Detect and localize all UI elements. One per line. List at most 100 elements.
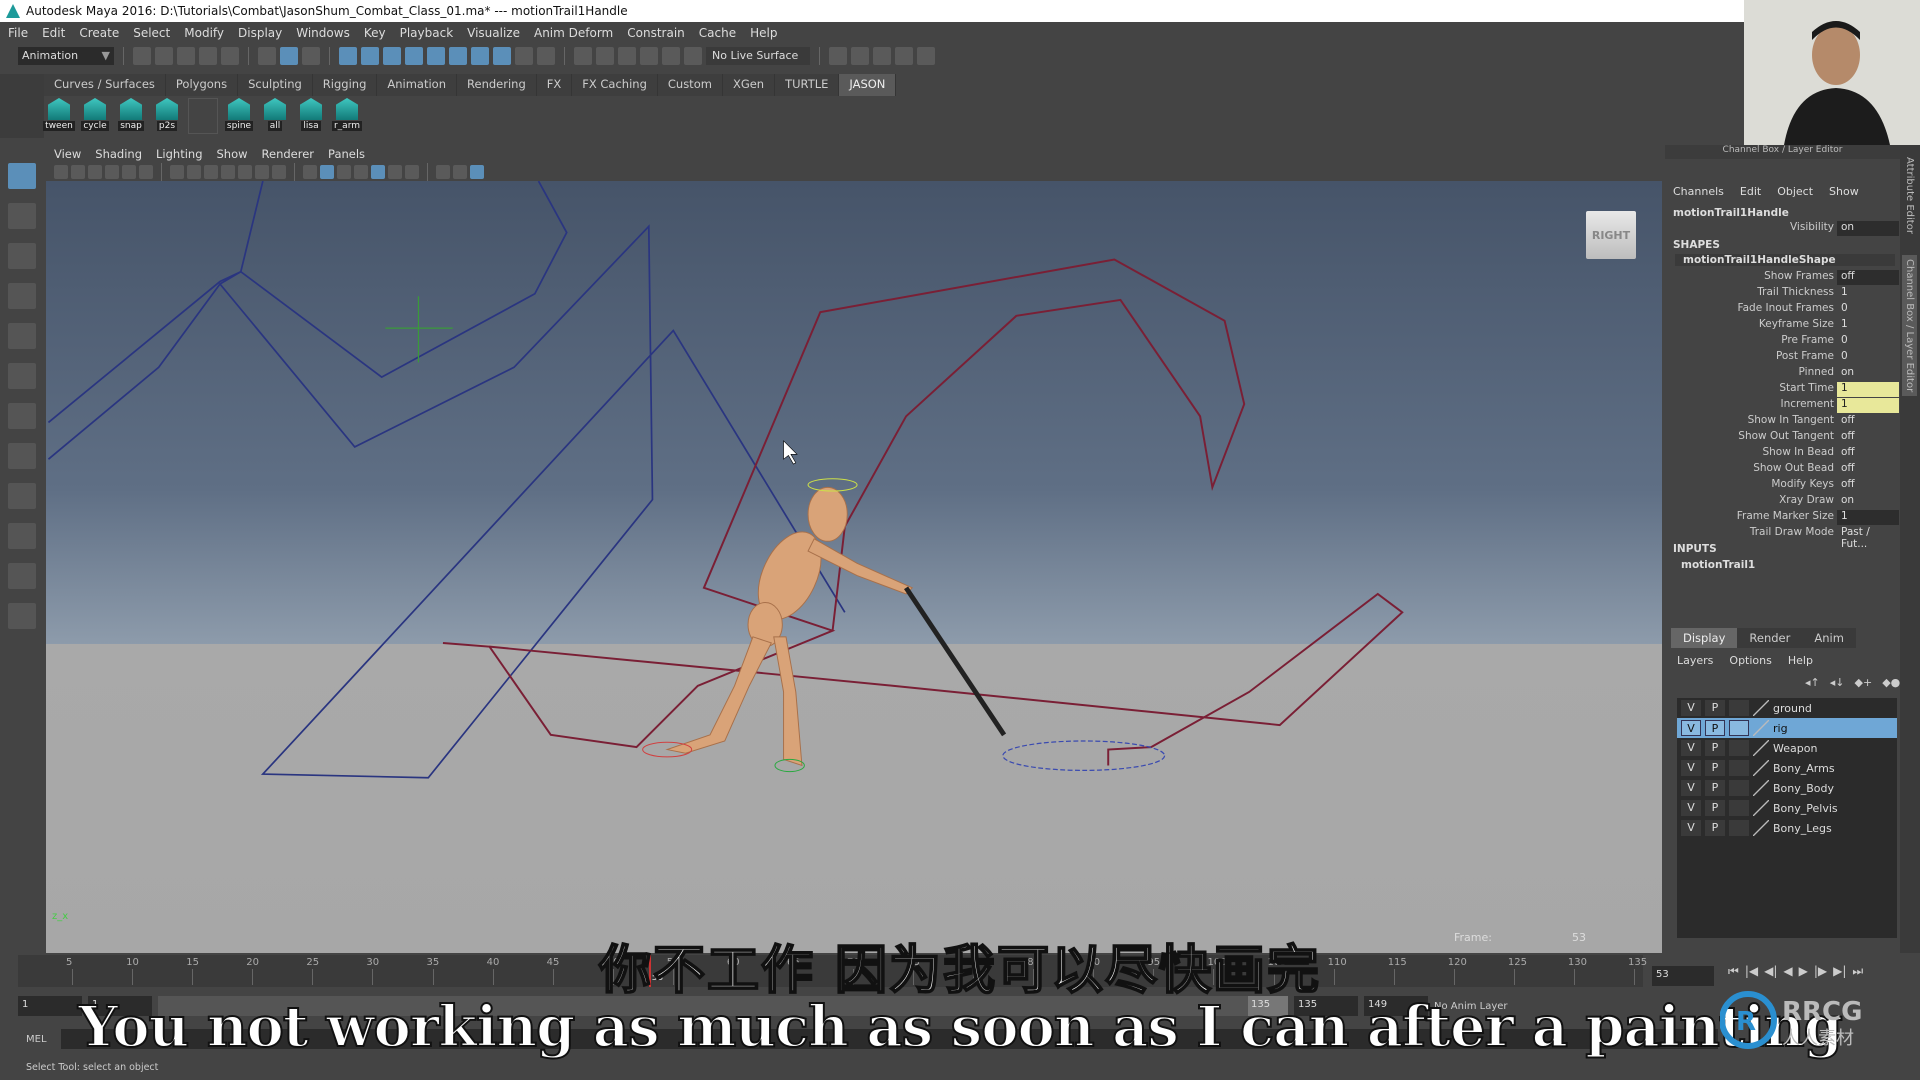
channel-visibility[interactable]: Visibility on (1665, 221, 1900, 237)
layer-row-bony-arms[interactable]: V P Bony_Arms (1677, 758, 1897, 778)
shelf-tab-custom[interactable]: Custom (657, 74, 723, 96)
select-object-icon[interactable] (280, 47, 298, 65)
menu-anim-deform[interactable]: Anim Deform (534, 26, 613, 40)
new-empty-layer-icon[interactable]: ◆+ (1855, 676, 1873, 689)
layer-playback-toggle[interactable]: P (1705, 800, 1725, 816)
layer-menu-help[interactable]: Help (1788, 654, 1813, 667)
snap-grid-icon[interactable] (339, 47, 357, 65)
layer-color-swatch[interactable] (1753, 800, 1769, 816)
shelf-tab-jason[interactable]: JASON (839, 74, 897, 96)
layer-display-type-toggle[interactable] (1729, 700, 1749, 716)
safe-title-icon[interactable] (272, 165, 286, 179)
character-rig[interactable] (642, 478, 1007, 773)
shelf-button-cycle[interactable]: cycle (80, 98, 110, 134)
select-tool-icon[interactable] (8, 163, 36, 189)
tab-channel-box-layer-editor[interactable]: Channel Box / Layer Editor (1902, 255, 1917, 397)
construction-icon[interactable] (596, 47, 614, 65)
output-ops-icon[interactable] (640, 47, 658, 65)
menu-cache[interactable]: Cache (699, 26, 736, 40)
menu-edit[interactable]: Edit (42, 26, 65, 40)
menu-select[interactable]: Select (133, 26, 170, 40)
hypershade-icon[interactable] (917, 47, 935, 65)
layer-visibility-toggle[interactable]: V (1681, 800, 1701, 816)
layer-color-swatch[interactable] (1753, 780, 1769, 796)
channel-value[interactable]: off (1837, 478, 1899, 493)
move-layer-down-icon[interactable]: ◂↓ (1830, 676, 1845, 689)
input-ops-icon[interactable] (618, 47, 636, 65)
snap-edge-icon[interactable] (471, 47, 489, 65)
channel-value[interactable]: off (1837, 414, 1899, 429)
lights-icon[interactable] (388, 165, 402, 179)
snap-curve-icon[interactable] (361, 47, 379, 65)
layer-playback-toggle[interactable]: P (1705, 760, 1725, 776)
layer-display-type-toggle[interactable] (1729, 820, 1749, 836)
layer-display-type-toggle[interactable] (1729, 780, 1749, 796)
channel-trail-draw-mode[interactable]: Trail Draw Mode Past / Fut... (1665, 526, 1900, 550)
layer-visibility-toggle[interactable]: V (1681, 780, 1701, 796)
move-tool-icon[interactable] (8, 283, 36, 309)
viewport-menu-view[interactable]: View (54, 147, 81, 161)
channel-value[interactable]: on (1837, 366, 1899, 381)
channel-value[interactable]: off (1837, 446, 1899, 461)
layer-playback-toggle[interactable]: P (1705, 700, 1725, 716)
smooth-shade-icon[interactable] (320, 165, 334, 179)
new-layer-selected-icon[interactable]: ◆● (1882, 676, 1900, 689)
layer-tab-anim[interactable]: Anim (1802, 628, 1856, 648)
xray-active-icon[interactable] (470, 165, 484, 179)
field-chart-icon[interactable] (238, 165, 252, 179)
tab-attribute-editor[interactable]: Attribute Editor (1902, 153, 1917, 238)
layer-row-ground[interactable]: V Pground (1677, 698, 1897, 718)
snap-point-icon[interactable] (383, 47, 401, 65)
channel-xray-draw[interactable]: Xray Draw on (1665, 494, 1900, 510)
layout-stack-icon[interactable] (8, 603, 36, 629)
menu-playback[interactable]: Playback (400, 26, 454, 40)
layer-display-type-toggle[interactable] (1729, 740, 1749, 756)
channel-value[interactable]: 1 (1837, 382, 1899, 397)
ground-control-circle[interactable] (1002, 740, 1166, 771)
shelf-button-snap[interactable]: snap (116, 98, 146, 134)
channel-value[interactable]: 1 (1837, 398, 1899, 413)
channel-menu-show[interactable]: Show (1829, 185, 1859, 198)
menu-file[interactable]: File (8, 26, 28, 40)
shape-name[interactable]: motionTrail1HandleShape (1675, 254, 1895, 266)
render-frame-icon[interactable] (851, 47, 869, 65)
side-by-side-layout-icon[interactable] (8, 483, 36, 509)
viewcube[interactable]: RIGHT (1586, 211, 1636, 259)
object-name[interactable]: motionTrail1Handle (1673, 207, 1789, 219)
layer-color-swatch[interactable] (1753, 740, 1769, 756)
scale-tool-icon[interactable] (8, 363, 36, 389)
layer-row-rig[interactable]: V Prig (1677, 718, 1897, 738)
channel-keyframe-size[interactable]: Keyframe Size 1 (1665, 318, 1900, 334)
channel-menu-channels[interactable]: Channels (1673, 185, 1724, 198)
new-scene-icon[interactable] (133, 47, 151, 65)
render-settings-icon[interactable] (895, 47, 913, 65)
shelf-button-all[interactable]: all (260, 98, 290, 134)
channel-value[interactable]: 1 (1837, 318, 1899, 333)
layer-color-swatch[interactable] (1753, 720, 1769, 736)
safe-action-icon[interactable] (255, 165, 269, 179)
snap-surface-icon[interactable] (427, 47, 445, 65)
layer-color-swatch[interactable] (1753, 700, 1769, 716)
channel-trail-thickness[interactable]: Trail Thickness 1 (1665, 286, 1900, 302)
magnet-icon[interactable] (684, 47, 702, 65)
layer-playback-toggle[interactable]: P (1705, 820, 1725, 836)
channel-value[interactable]: on (1837, 221, 1899, 236)
channel-value[interactable]: off (1837, 430, 1899, 445)
grease-pencil-icon[interactable] (139, 165, 153, 179)
save-scene-icon[interactable] (177, 47, 195, 65)
layer-row-bony-body[interactable]: V P Bony_Body (1677, 778, 1897, 798)
channel-increment[interactable]: Increment 1 (1665, 398, 1900, 414)
menu-key[interactable]: Key (364, 26, 386, 40)
menu-create[interactable]: Create (79, 26, 119, 40)
channel-show-frames[interactable]: Show Frames off (1665, 270, 1900, 286)
shelf-button-lisa[interactable]: lisa (296, 98, 326, 134)
viewport-panel[interactable]: View Shading Lighting Show Renderer Panels (46, 145, 1662, 953)
layer-row-bony-pelvis[interactable]: V P Bony_Pelvis (1677, 798, 1897, 818)
layer-visibility-toggle[interactable]: V (1681, 720, 1701, 736)
shelf-tab-fx[interactable]: FX (536, 74, 573, 96)
channel-menu-object[interactable]: Object (1777, 185, 1813, 198)
layer-display-type-toggle[interactable] (1729, 760, 1749, 776)
channel-menu-edit[interactable]: Edit (1740, 185, 1761, 198)
redo-icon[interactable] (221, 47, 239, 65)
viewport-menu-panels[interactable]: Panels (328, 147, 365, 161)
